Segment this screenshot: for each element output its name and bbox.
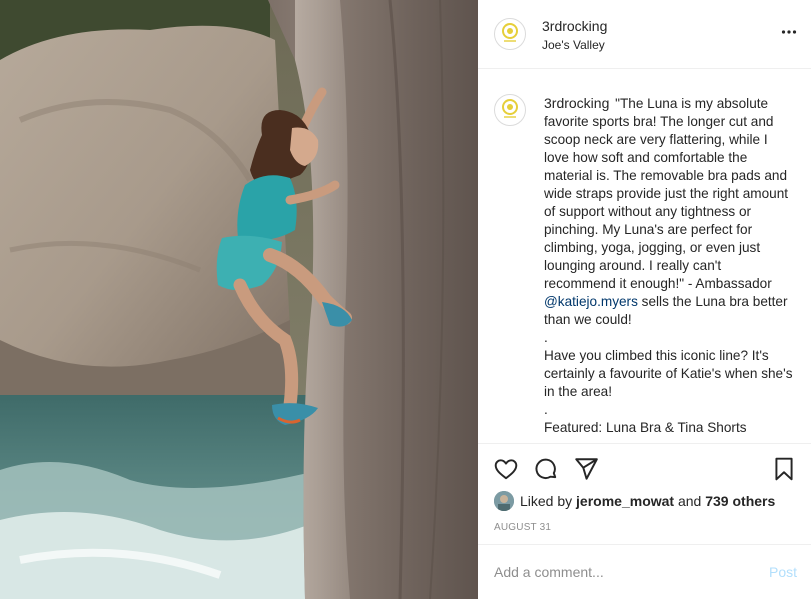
liked-by-text: Liked by jerome_mowat and 739 others <box>520 493 775 509</box>
caption-avatar[interactable] <box>494 94 526 126</box>
post-username[interactable]: 3rdrocking <box>542 18 607 34</box>
bookmark-icon[interactable] <box>771 456 797 482</box>
comment-input[interactable] <box>494 559 754 585</box>
caption-para-3: Featured: Luna Bra & Tina Shorts <box>544 420 747 435</box>
liked-by-row: Liked by jerome_mowat and 739 others <box>494 490 775 512</box>
caption-dot-2: . <box>544 402 548 417</box>
post-photo[interactable] <box>0 0 478 599</box>
caption-area: 3rdrocking "The Luna is my absolute favo… <box>478 70 811 443</box>
more-horizontal-icon[interactable] <box>781 24 797 40</box>
post-panel: 3rdrocking Joe's Valley 3rdrocking "The … <box>478 0 811 599</box>
liked-others[interactable]: 739 others <box>705 493 775 509</box>
actions-area: Liked by jerome_mowat and 739 others AUG… <box>478 443 811 544</box>
liked-by-avatar[interactable] <box>494 491 514 511</box>
caption-text-1: "The Luna is my absolute favorite sports… <box>544 96 789 291</box>
heart-icon[interactable] <box>493 456 519 482</box>
caption-text: 3rdrocking "The Luna is my absolute favo… <box>544 94 794 437</box>
liked-user[interactable]: jerome_mowat <box>576 493 674 509</box>
post-header: 3rdrocking Joe's Valley <box>478 0 811 69</box>
caption-username[interactable]: 3rdrocking <box>544 95 609 111</box>
caption-para-1: 3rdrocking "The Luna is my absolute favo… <box>544 94 794 329</box>
caption-para-2: Have you climbed this iconic line? It's … <box>544 348 793 399</box>
avatar[interactable] <box>494 18 526 50</box>
paper-plane-icon[interactable] <box>573 456 599 482</box>
caption-mention[interactable]: @katiejo.myers <box>544 294 638 309</box>
liked-prefix: Liked by <box>520 493 573 509</box>
post-comment-button[interactable]: Post <box>769 564 797 580</box>
caption-dot-1: . <box>544 330 548 345</box>
comment-area: Post <box>478 544 811 599</box>
liked-conjunction: and <box>677 493 702 509</box>
comment-icon[interactable] <box>533 456 559 482</box>
post-date[interactable]: AUGUST 31 <box>494 522 551 533</box>
post-location[interactable]: Joe's Valley <box>542 38 605 52</box>
